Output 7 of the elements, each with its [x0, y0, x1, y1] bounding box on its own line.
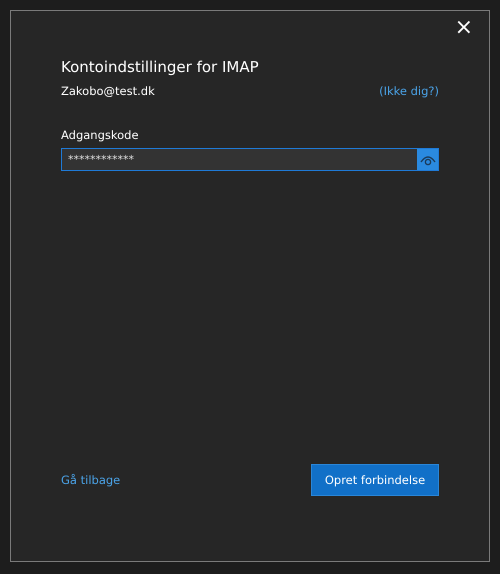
not-you-link[interactable]: (Ikke dig?) — [379, 84, 439, 98]
back-link[interactable]: Gå tilbage — [61, 473, 120, 487]
close-button[interactable]: × — [450, 17, 477, 39]
connect-button[interactable]: Opret forbindelse — [311, 464, 439, 496]
password-label: Adgangskode — [61, 128, 140, 142]
dialog-title: Kontoindstillinger for IMAP — [61, 58, 260, 76]
account-email: Zakobo@test.dk — [61, 84, 155, 98]
